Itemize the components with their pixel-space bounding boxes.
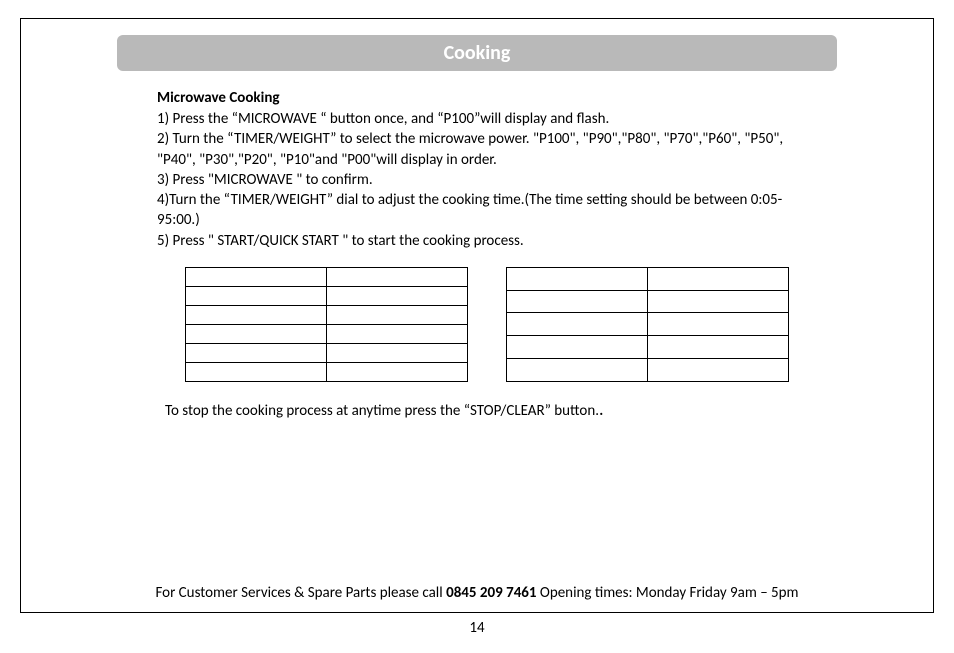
cell	[507, 358, 648, 381]
cell	[327, 286, 468, 305]
table-row	[186, 305, 468, 324]
table-row	[186, 362, 468, 381]
cell	[186, 305, 327, 324]
cell	[186, 343, 327, 362]
manual-page: Cooking Microwave Cooking 1) Press the “…	[0, 0, 954, 653]
cell	[648, 267, 789, 290]
cell	[327, 362, 468, 381]
section-banner: Cooking	[117, 35, 837, 71]
footer-suffix: Opening times: Monday Friday 9am – 5pm	[537, 584, 799, 602]
page-number: 14	[20, 619, 934, 637]
footer-phone: 0845 209 7461	[446, 584, 536, 602]
step-5: 5) Press " START/QUICK START " to start …	[157, 231, 797, 251]
cell	[186, 324, 327, 343]
step-3: 3) Press "MICROWAVE " to confirm.	[157, 170, 797, 190]
table-row	[186, 267, 468, 286]
power-table-right	[506, 267, 789, 382]
table-row	[507, 336, 789, 359]
cell	[507, 290, 648, 313]
cell	[648, 313, 789, 336]
cell	[186, 362, 327, 381]
cell	[507, 336, 648, 359]
step-4: 4)Turn the “TIMER/WEIGHT” dial to adjust…	[157, 190, 797, 231]
cell	[507, 313, 648, 336]
subheading: Microwave Cooking	[157, 89, 797, 107]
stop-text: To stop the cooking process at anytime p…	[165, 402, 599, 420]
table-row	[507, 358, 789, 381]
table-row	[507, 267, 789, 290]
cell	[327, 324, 468, 343]
table-row	[186, 286, 468, 305]
cell	[648, 358, 789, 381]
cell	[327, 343, 468, 362]
body-content: Microwave Cooking 1) Press the “MICROWAV…	[39, 89, 915, 420]
power-tables	[185, 267, 797, 382]
content-frame: Cooking Microwave Cooking 1) Press the “…	[20, 18, 934, 613]
table-row	[507, 290, 789, 313]
stop-period: .	[599, 398, 604, 420]
footer-prefix: For Customer Services & Spare Parts plea…	[155, 584, 446, 602]
cell	[648, 336, 789, 359]
cell	[327, 267, 468, 286]
cell	[507, 267, 648, 290]
stop-instruction: To stop the cooking process at anytime p…	[165, 398, 797, 420]
cell	[648, 290, 789, 313]
step-2: 2) Turn the “TIMER/WEIGHT” to select the…	[157, 129, 797, 170]
step-1: 1) Press the “MICROWAVE “ button once, a…	[157, 109, 797, 129]
power-table-left	[185, 267, 468, 382]
table-row	[507, 313, 789, 336]
cell	[327, 305, 468, 324]
footer-line: For Customer Services & Spare Parts plea…	[21, 584, 933, 602]
table-row	[186, 324, 468, 343]
cell	[186, 286, 327, 305]
cell	[186, 267, 327, 286]
banner-title: Cooking	[444, 41, 511, 65]
instruction-steps: 1) Press the “MICROWAVE “ button once, a…	[157, 109, 797, 251]
table-row	[186, 343, 468, 362]
